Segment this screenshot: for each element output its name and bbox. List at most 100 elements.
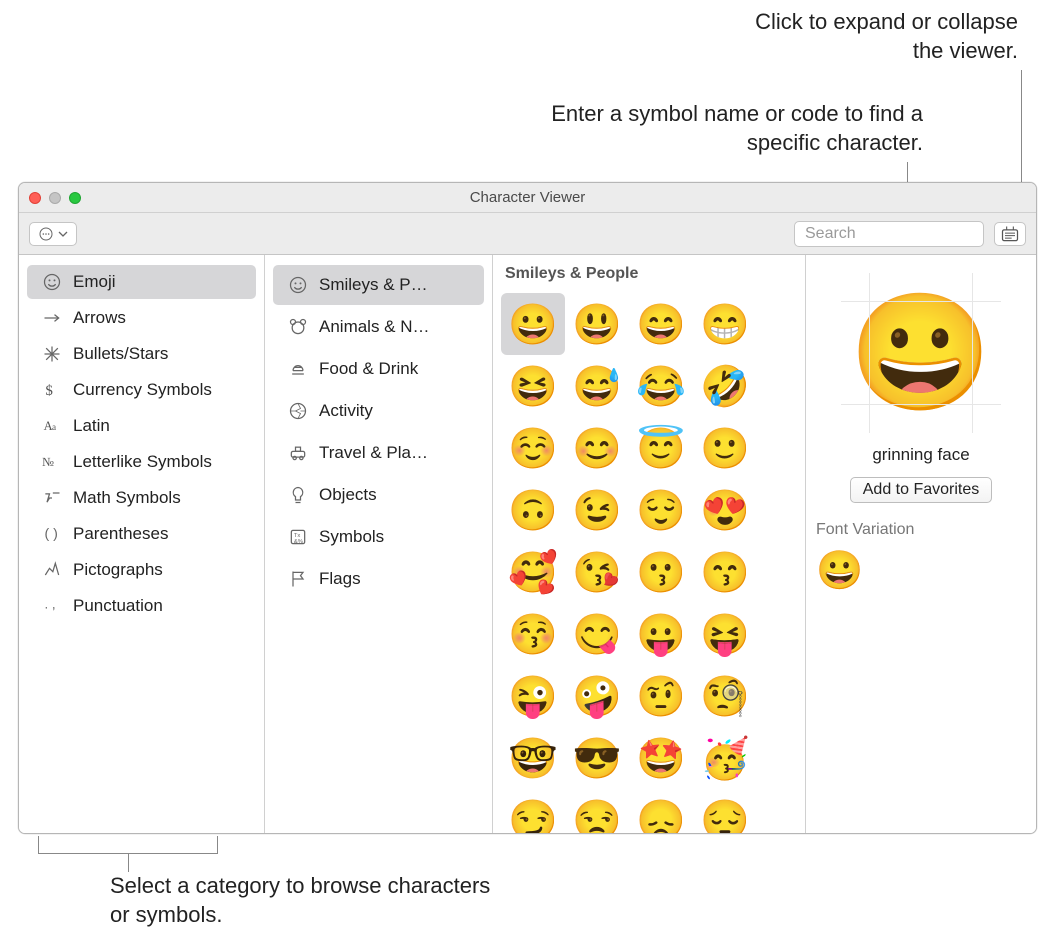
flags-icon bbox=[287, 568, 309, 590]
currency-icon: $ bbox=[41, 379, 63, 401]
font-variation-glyph[interactable]: 😀 bbox=[816, 549, 1026, 593]
emoji-cell[interactable]: 🥰 bbox=[501, 541, 565, 603]
emoji-cell[interactable]: 😒 bbox=[565, 789, 629, 833]
subcategory-item-travel-pla-[interactable]: Travel & Pla… bbox=[273, 433, 484, 473]
subcategory-item-label: Travel & Pla… bbox=[319, 443, 428, 463]
sidebar-item-label: Math Symbols bbox=[73, 488, 181, 508]
activity-icon bbox=[287, 400, 309, 422]
picto-icon bbox=[41, 559, 63, 581]
titlebar: Character Viewer bbox=[19, 183, 1036, 213]
sidebar-item-arrows[interactable]: Arrows bbox=[27, 301, 256, 335]
sidebar-item-parentheses[interactable]: ( )Parentheses bbox=[27, 517, 256, 551]
emoji-cell[interactable]: 😏 bbox=[501, 789, 565, 833]
subcategory-item-symbols[interactable]: Tx&%Symbols bbox=[273, 517, 484, 557]
emoji-cell[interactable]: 😆 bbox=[501, 355, 565, 417]
window-title: Character Viewer bbox=[19, 189, 1036, 206]
sidebar-item-bullets-stars[interactable]: Bullets/Stars bbox=[27, 337, 256, 371]
emoji-cell[interactable]: 🧐 bbox=[693, 665, 757, 727]
close-button[interactable] bbox=[29, 192, 41, 204]
grid-section-header: Smileys & People bbox=[493, 255, 805, 289]
emoji-cell[interactable]: 😚 bbox=[501, 603, 565, 665]
emoji-cell[interactable]: 😎 bbox=[565, 727, 629, 789]
emoji-cell[interactable]: 😘 bbox=[565, 541, 629, 603]
sidebar-item-latin[interactable]: AaLatin bbox=[27, 409, 256, 443]
emoji-cell[interactable]: ☺️ bbox=[501, 417, 565, 479]
selected-emoji-preview: 😀 bbox=[841, 273, 1001, 433]
options-icon bbox=[38, 226, 54, 242]
subcategory-item-label: Flags bbox=[319, 569, 361, 589]
subcategory-item-smileys-p-[interactable]: Smileys & P… bbox=[273, 265, 484, 305]
animal-icon bbox=[287, 316, 309, 338]
subcategory-item-label: Symbols bbox=[319, 527, 384, 547]
emoji-cell[interactable]: 😇 bbox=[629, 417, 693, 479]
arrow-icon bbox=[41, 307, 63, 329]
subcategory-item-food-drink[interactable]: Food & Drink bbox=[273, 349, 484, 389]
star-icon bbox=[41, 343, 63, 365]
sidebar-item-label: Emoji bbox=[73, 272, 116, 292]
subcategory-item-activity[interactable]: Activity bbox=[273, 391, 484, 431]
emoji-cell[interactable]: 🙃 bbox=[501, 479, 565, 541]
callout-search: Enter a symbol name or code to find a sp… bbox=[493, 100, 923, 157]
svg-text:. ,: . , bbox=[45, 597, 56, 612]
sidebar-item-label: Arrows bbox=[73, 308, 126, 328]
toolbar bbox=[19, 213, 1036, 255]
font-variation-label: Font Variation bbox=[816, 521, 1026, 539]
subcategory-list: Smileys & P…Animals & N…Food & DrinkActi… bbox=[265, 255, 493, 833]
character-viewer-window: Character Viewer Emoji Arrows Bullets/Star… bbox=[18, 182, 1037, 834]
search-field[interactable] bbox=[794, 221, 984, 247]
search-input[interactable] bbox=[805, 225, 1012, 243]
subcategory-item-flags[interactable]: Flags bbox=[273, 559, 484, 599]
emoji-cell[interactable]: 😔 bbox=[693, 789, 757, 833]
minimize-button[interactable] bbox=[49, 192, 61, 204]
emoji-cell[interactable]: 😙 bbox=[693, 541, 757, 603]
chevron-down-icon bbox=[58, 231, 68, 237]
subcategory-item-objects[interactable]: Objects bbox=[273, 475, 484, 515]
emoji-cell[interactable]: 🙂 bbox=[693, 417, 757, 479]
emoji-cell[interactable]: 😌 bbox=[629, 479, 693, 541]
emoji-cell[interactable]: 🥳 bbox=[693, 727, 757, 789]
zoom-button[interactable] bbox=[69, 192, 81, 204]
sidebar-item-punctuation[interactable]: . , Punctuation bbox=[27, 589, 256, 623]
subcategory-item-animals-n-[interactable]: Animals & N… bbox=[273, 307, 484, 347]
sidebar-item-math-symbols[interactable]: Math Symbols bbox=[27, 481, 256, 515]
character-grid-pane: Smileys & People 😀😃😄😁 😆😅😂🤣 ☺️😊😇🙂 🙃😉😌😍 🥰😘😗😙 😚😋… bbox=[493, 255, 806, 833]
svg-text:&%: &% bbox=[294, 539, 303, 545]
options-menu-button[interactable] bbox=[29, 222, 77, 246]
svg-text:$: $ bbox=[45, 383, 53, 399]
emoji-cell[interactable]: 😁 bbox=[693, 293, 757, 355]
emoji-cell[interactable]: 🤨 bbox=[629, 665, 693, 727]
sidebar-item-pictographs[interactable]: Pictographs bbox=[27, 553, 256, 587]
emoji-cell[interactable]: 😃 bbox=[565, 293, 629, 355]
sidebar-item-emoji[interactable]: Emoji bbox=[27, 265, 256, 299]
emoji-cell[interactable]: 😍 bbox=[693, 479, 757, 541]
emoji-cell[interactable]: 😋 bbox=[565, 603, 629, 665]
sidebar-item-letterlike-symbols[interactable]: №Letterlike Symbols bbox=[27, 445, 256, 479]
subcategory-item-label: Objects bbox=[319, 485, 377, 505]
emoji-cell[interactable]: 😝 bbox=[693, 603, 757, 665]
emoji-cell[interactable]: 🤩 bbox=[629, 727, 693, 789]
emoji-cell[interactable]: 😉 bbox=[565, 479, 629, 541]
emoji-cell[interactable]: 😄 bbox=[629, 293, 693, 355]
emoji-cell[interactable]: 🤣 bbox=[693, 355, 757, 417]
emoji-cell[interactable]: 🤓 bbox=[501, 727, 565, 789]
collapse-viewer-button[interactable] bbox=[994, 222, 1026, 246]
emoji-cell[interactable]: 😀 bbox=[501, 293, 565, 355]
sidebar-item-label: Currency Symbols bbox=[73, 380, 212, 400]
emoji-cell[interactable]: 😜 bbox=[501, 665, 565, 727]
sidebar-item-currency-symbols[interactable]: $ Currency Symbols bbox=[27, 373, 256, 407]
emoji-icon bbox=[41, 271, 63, 293]
detail-pane: 😀 grinning face Add to Favorites Font Va… bbox=[806, 255, 1036, 833]
callout-expand: Click to expand or collapse the viewer. bbox=[738, 8, 1018, 65]
punct-icon: . , bbox=[41, 595, 63, 617]
emoji-cell[interactable]: 😂 bbox=[629, 355, 693, 417]
svg-text:a: a bbox=[52, 422, 56, 432]
add-to-favorites-button[interactable]: Add to Favorites bbox=[850, 477, 993, 503]
emoji-cell[interactable]: 😞 bbox=[629, 789, 693, 833]
sidebar-item-label: Punctuation bbox=[73, 596, 163, 616]
emoji-cell[interactable]: 😅 bbox=[565, 355, 629, 417]
callout-category-bracket bbox=[38, 836, 218, 854]
emoji-cell[interactable]: 🤪 bbox=[565, 665, 629, 727]
emoji-cell[interactable]: 😗 bbox=[629, 541, 693, 603]
emoji-cell[interactable]: 😊 bbox=[565, 417, 629, 479]
emoji-cell[interactable]: 😛 bbox=[629, 603, 693, 665]
